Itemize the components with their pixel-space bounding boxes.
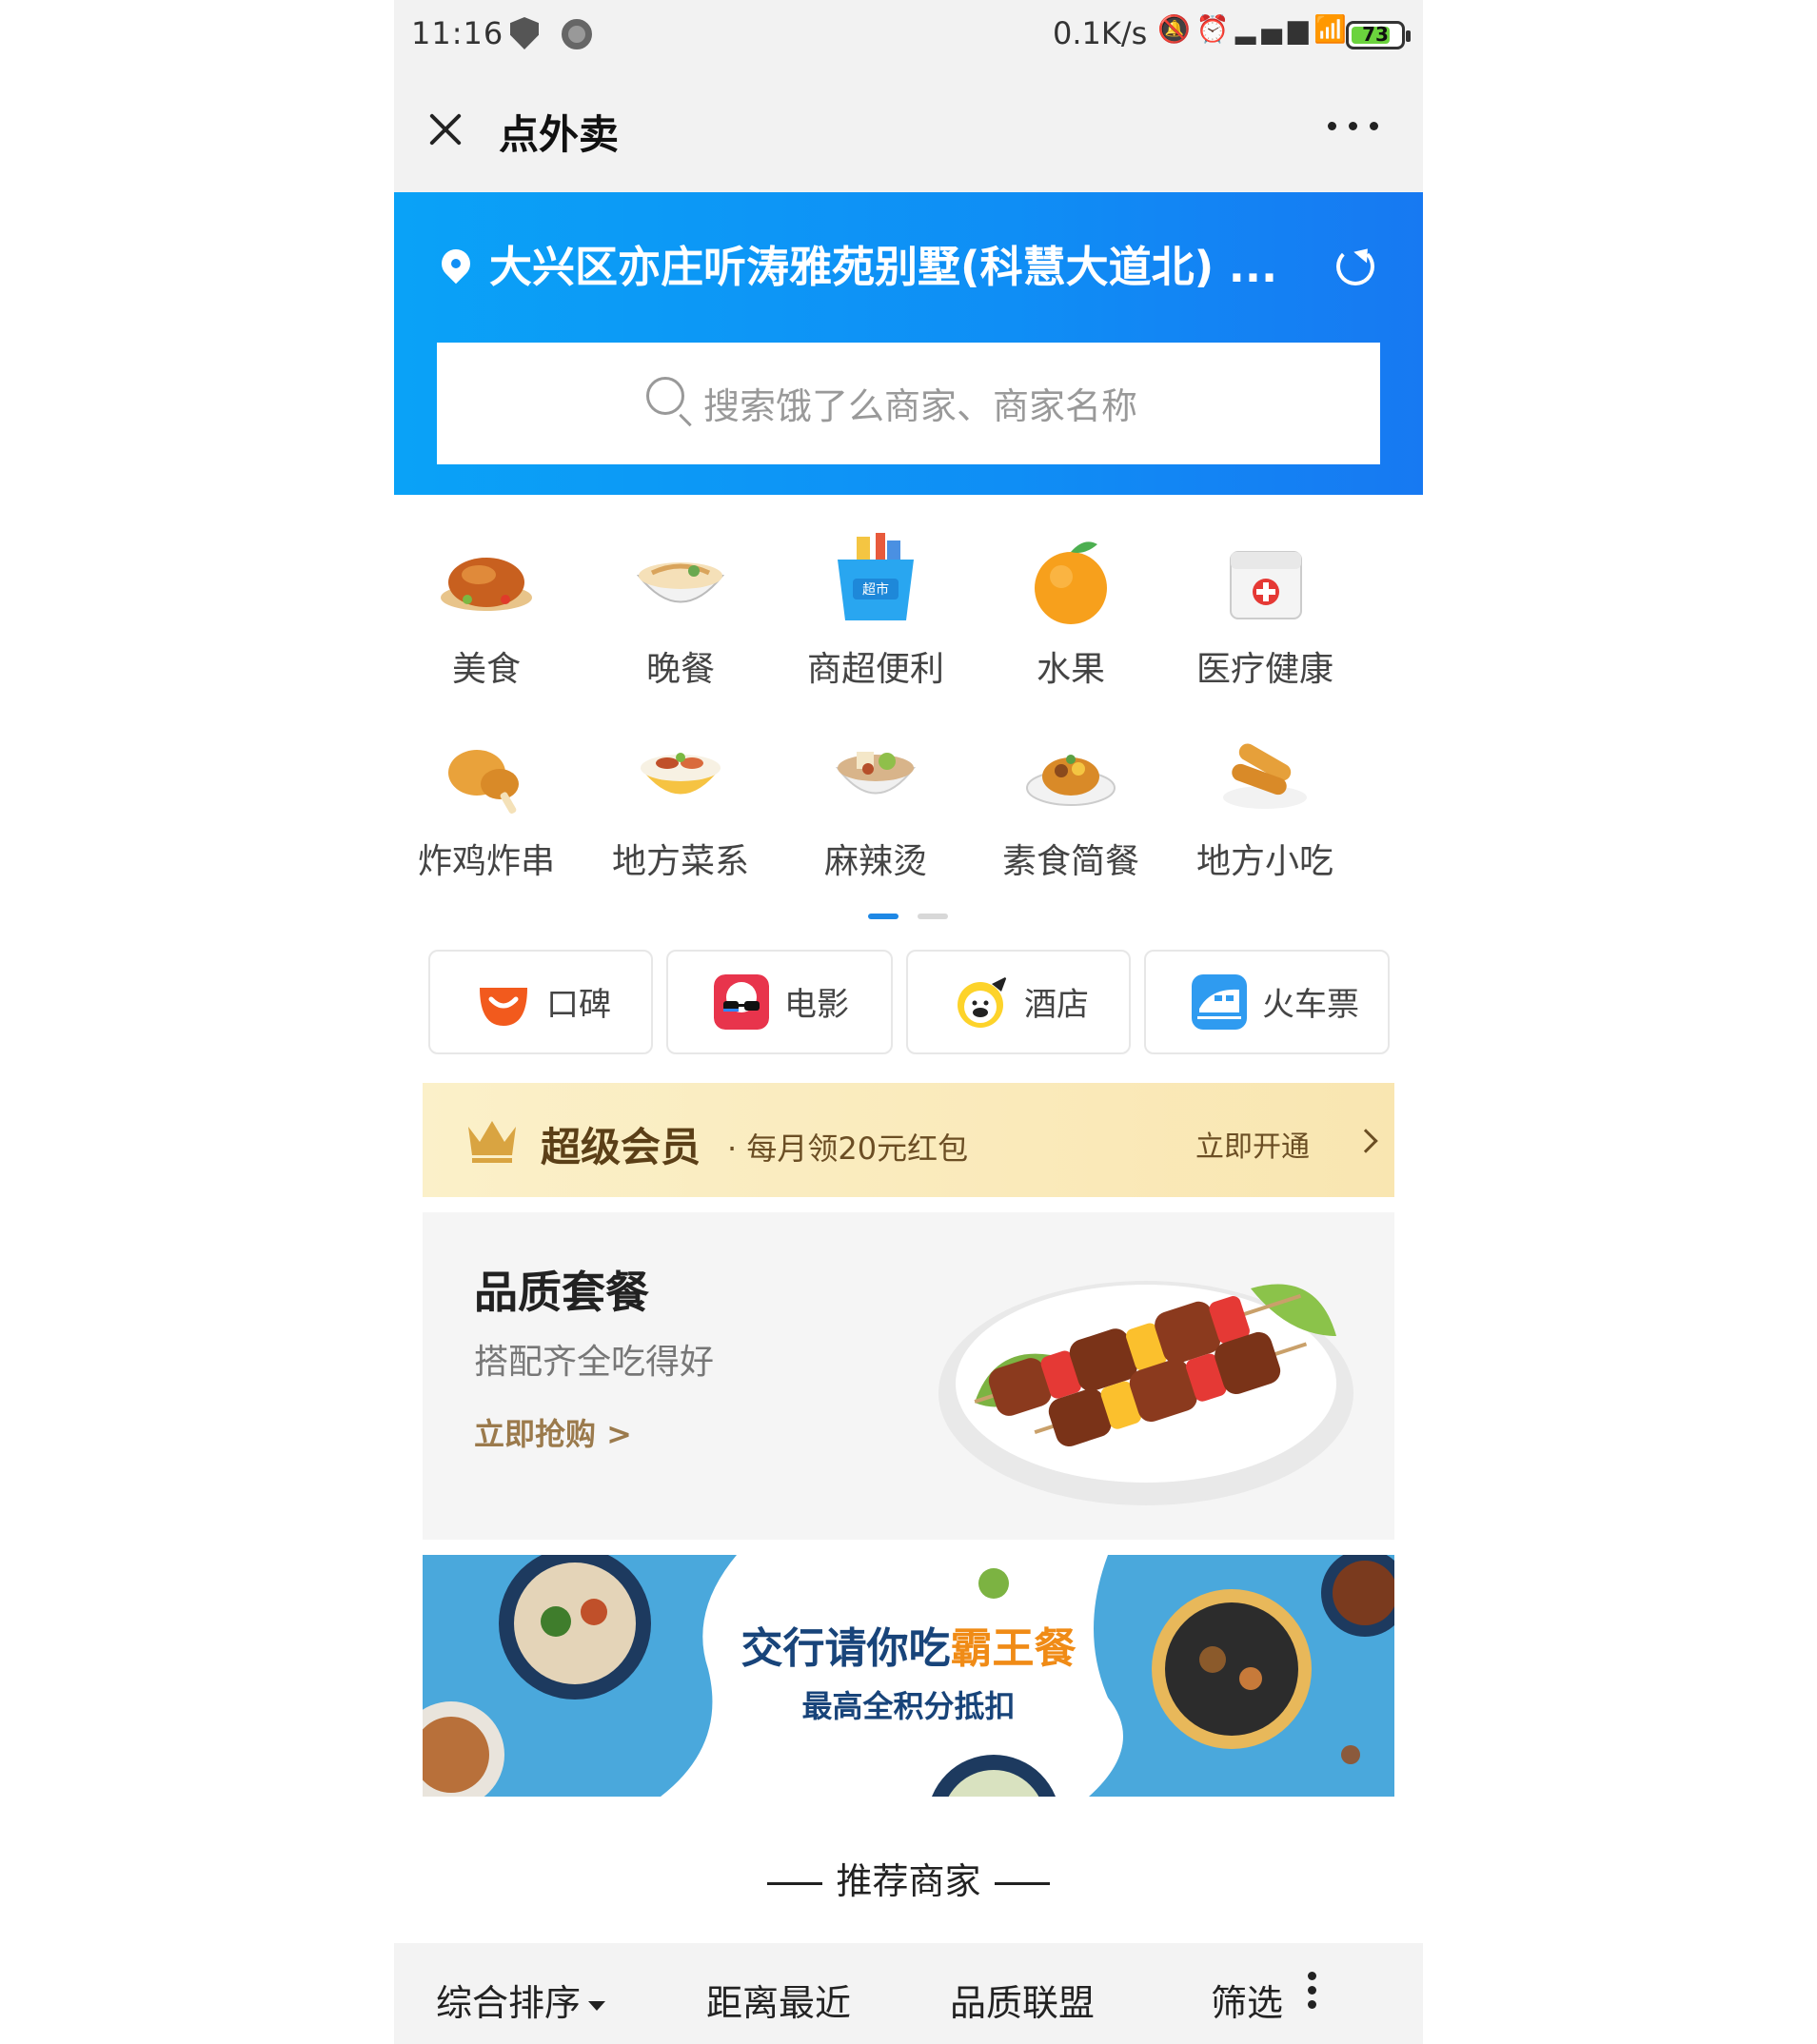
close-icon[interactable] — [423, 107, 468, 152]
hotel-pig-icon — [958, 976, 1007, 1028]
plate-meal-icon — [1026, 755, 1116, 806]
service-train[interactable]: 火车票 — [1144, 950, 1390, 1054]
recommend-title: 推荐商家 — [836, 1860, 981, 1902]
alarm-icon: ⏰ — [1195, 13, 1235, 45]
supermarket-basket-icon: 超市 — [838, 533, 914, 620]
category-dinner[interactable]: 晚餐 — [600, 533, 761, 704]
fried-chicken-icon — [448, 750, 519, 815]
net-speed: 0.1K/s — [1053, 15, 1148, 51]
category-label: 炸鸡炸串 — [417, 842, 555, 881]
search-icon — [646, 377, 684, 415]
category-label: 医疗健康 — [1195, 650, 1333, 689]
bank-title-highlight: 霸王餐 — [950, 1624, 1076, 1673]
bank-title-prefix: 交行请你吃 — [741, 1624, 951, 1673]
signal-icon: ▂▄▆ — [1234, 13, 1314, 45]
caret-down-icon — [588, 2000, 606, 2011]
pager-dot-active — [868, 914, 899, 919]
kebab-plate-image — [938, 1281, 1353, 1505]
divider — [994, 1882, 1050, 1885]
category-label: 晚餐 — [645, 650, 715, 689]
bank-banner-background — [423, 1555, 1394, 1797]
spring-roll-icon — [1223, 743, 1307, 809]
svg-text:超市: 超市 — [862, 581, 889, 598]
sort-nearest[interactable]: 距离最近 — [706, 1974, 851, 2026]
category-label: 地方小吃 — [1195, 842, 1333, 881]
status-icons: 🔕⏰▂▄▆📶 — [1157, 13, 1353, 45]
sort-comprehensive[interactable]: 综合排序 — [436, 1974, 606, 2026]
koubei-icon — [480, 988, 527, 1026]
category-label: 商超便利 — [806, 650, 944, 689]
category-label: 美食 — [451, 650, 521, 689]
category-food[interactable]: 美食 — [405, 533, 567, 704]
filter-more-icon[interactable] — [1308, 1972, 1317, 2010]
service-koubei[interactable]: 口碑 — [428, 950, 653, 1054]
location-header: 大兴区亦庄听涛雅苑别墅(科慧大道北) ... 搜索饿了么商家、商家名称 — [394, 192, 1423, 495]
category-malatang[interactable]: 麻辣烫 — [795, 725, 957, 896]
service-label: 火车票 — [1262, 986, 1359, 1024]
search-placeholder: 搜索饿了么商家、商家名称 — [703, 385, 1138, 427]
divider — [767, 1882, 823, 1885]
battery-tip — [1406, 30, 1411, 42]
nav-bar: 点外卖 — [394, 69, 1423, 192]
category-supermarket[interactable]: 超市 商超便利 — [795, 533, 957, 704]
refresh-icon[interactable] — [1336, 247, 1374, 285]
category-fried-chicken[interactable]: 炸鸡炸串 — [405, 725, 567, 896]
vip-activate-link[interactable]: 立即开通 — [1195, 1123, 1310, 1165]
chevron-right-icon — [1353, 1129, 1378, 1153]
rice-bowl-icon — [641, 753, 721, 795]
status-bar: 11:16 0.1K/s 🔕⏰▂▄▆📶 73 — [394, 0, 1423, 69]
service-label: 电影 — [784, 986, 849, 1024]
status-time: 11:16 — [411, 15, 504, 51]
sort-quality-alliance[interactable]: 品质联盟 — [950, 1974, 1095, 2026]
pager-dot — [918, 914, 948, 919]
category-fruit[interactable]: 水果 — [990, 533, 1152, 704]
quality-buy-link[interactable]: 立即抢购 > — [474, 1410, 632, 1454]
quality-title: 品质套餐 — [474, 1267, 649, 1318]
sort-label: 综合排序 — [436, 1982, 582, 2024]
page-title: 点外卖 — [499, 111, 620, 158]
service-label: 口碑 — [546, 986, 611, 1024]
category-label: 地方菜系 — [611, 842, 749, 881]
location-pin-icon — [442, 249, 470, 287]
orange-icon — [1035, 541, 1107, 624]
category-local-snacks[interactable]: 地方小吃 — [1184, 725, 1346, 896]
noodle-bowl-icon — [636, 562, 725, 603]
vip-subtitle: · 每月领20元红包 — [727, 1130, 969, 1167]
more-icon[interactable] — [1328, 116, 1379, 135]
phone-screen: 11:16 0.1K/s 🔕⏰▂▄▆📶 73 点外卖 大兴区亦庄听涛雅苑别墅(科… — [394, 0, 1423, 2044]
category-regional-cuisine[interactable]: 地方菜系 — [600, 725, 761, 896]
movie-icon — [714, 974, 769, 1030]
hotpot-bowl-icon — [835, 752, 917, 795]
record-icon — [562, 19, 592, 49]
battery-icon: 73 — [1346, 21, 1411, 49]
roast-chicken-icon — [441, 558, 532, 611]
search-input[interactable]: 搜索饿了么商家、商家名称 — [437, 343, 1380, 464]
service-label: 酒店 — [1024, 986, 1089, 1024]
mute-icon: 🔕 — [1157, 13, 1196, 45]
vip-title: 超级会员 — [541, 1124, 701, 1170]
train-icon — [1192, 974, 1247, 1030]
category-label: 素食简餐 — [1001, 842, 1139, 881]
battery-level: 73 — [1362, 23, 1389, 46]
category-label: 麻辣烫 — [823, 842, 927, 881]
crown-icon — [468, 1121, 516, 1163]
quality-subtitle: 搭配齐全吃得好 — [474, 1343, 715, 1382]
quality-package-card[interactable]: 品质套餐 搭配齐全吃得好 立即抢购 > — [423, 1212, 1394, 1540]
service-hotel[interactable]: 酒店 — [906, 950, 1131, 1054]
sort-filter[interactable]: 筛选 — [1211, 1974, 1283, 2026]
category-label: 水果 — [1036, 650, 1105, 689]
vip-banner[interactable]: 超级会员 · 每月领20元红包 立即开通 — [423, 1083, 1394, 1197]
sort-bar: 综合排序 距离最近 品质联盟 筛选 — [394, 1943, 1423, 2044]
bank-title: 交行请你吃霸王餐 — [423, 1614, 1394, 1675]
bank-subtitle: 最高全积分抵扣 — [801, 1688, 1016, 1724]
category-vegetarian[interactable]: 素食简餐 — [990, 725, 1152, 896]
category-medical[interactable]: 医疗健康 — [1184, 533, 1346, 704]
service-movie[interactable]: 电影 — [666, 950, 893, 1054]
bank-promo-banner[interactable]: 交行请你吃霸王餐 最高全积分抵扣 — [423, 1555, 1394, 1797]
location-address[interactable]: 大兴区亦庄听涛雅苑别墅(科慧大道北) ... — [489, 232, 1289, 294]
recommend-heading: 推荐商家 — [394, 1852, 1423, 1904]
medical-kit-icon — [1230, 551, 1302, 619]
shield-icon — [510, 17, 539, 49]
